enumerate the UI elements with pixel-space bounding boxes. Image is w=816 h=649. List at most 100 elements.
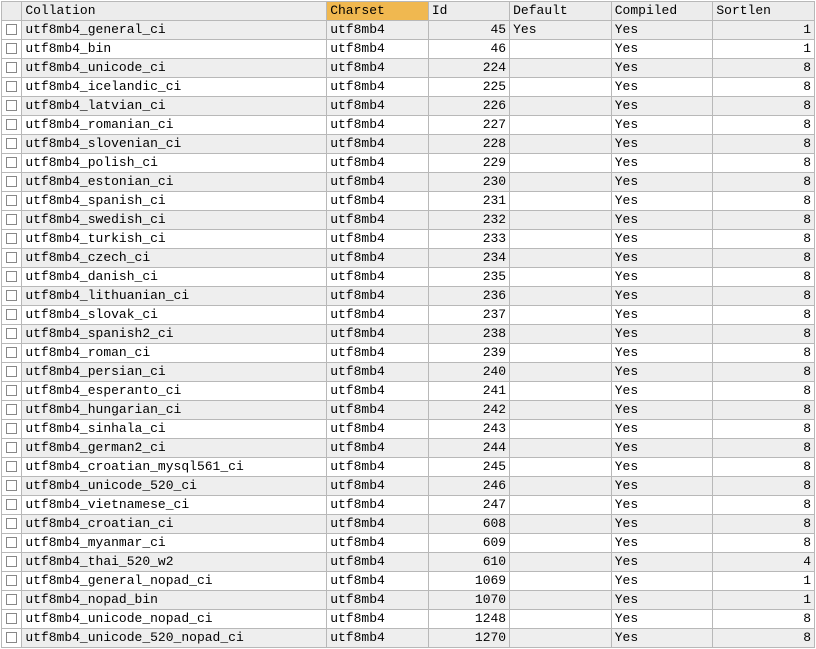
checkbox-icon[interactable] — [6, 632, 17, 643]
checkbox-icon[interactable] — [6, 442, 17, 453]
row-checkbox[interactable] — [2, 439, 22, 458]
row-checkbox[interactable] — [2, 40, 22, 59]
table-row[interactable]: utf8mb4_general_ciutf8mb445YesYes1 — [2, 21, 815, 40]
row-checkbox[interactable] — [2, 21, 22, 40]
row-checkbox[interactable] — [2, 173, 22, 192]
table-row[interactable]: utf8mb4_sinhala_ciutf8mb4243Yes8 — [2, 420, 815, 439]
row-checkbox[interactable] — [2, 211, 22, 230]
row-checkbox[interactable] — [2, 610, 22, 629]
row-checkbox[interactable] — [2, 249, 22, 268]
row-checkbox[interactable] — [2, 287, 22, 306]
checkbox-icon[interactable] — [6, 537, 17, 548]
header-collation[interactable]: Collation — [22, 2, 327, 21]
checkbox-icon[interactable] — [6, 81, 17, 92]
table-row[interactable]: utf8mb4_slovenian_ciutf8mb4228Yes8 — [2, 135, 815, 154]
table-row[interactable]: utf8mb4_vietnamese_ciutf8mb4247Yes8 — [2, 496, 815, 515]
checkbox-icon[interactable] — [6, 556, 17, 567]
table-row[interactable]: utf8mb4_unicode_520_ciutf8mb4246Yes8 — [2, 477, 815, 496]
row-checkbox[interactable] — [2, 154, 22, 173]
table-row[interactable]: utf8mb4_swedish_ciutf8mb4232Yes8 — [2, 211, 815, 230]
table-row[interactable]: utf8mb4_myanmar_ciutf8mb4609Yes8 — [2, 534, 815, 553]
row-checkbox[interactable] — [2, 135, 22, 154]
table-row[interactable]: utf8mb4_unicode_nopad_ciutf8mb41248Yes8 — [2, 610, 815, 629]
table-row[interactable]: utf8mb4_unicode_ciutf8mb4224Yes8 — [2, 59, 815, 78]
row-checkbox[interactable] — [2, 591, 22, 610]
checkbox-icon[interactable] — [6, 499, 17, 510]
header-id[interactable]: Id — [428, 2, 509, 21]
checkbox-icon[interactable] — [6, 62, 17, 73]
checkbox-icon[interactable] — [6, 157, 17, 168]
row-checkbox[interactable] — [2, 553, 22, 572]
checkbox-icon[interactable] — [6, 385, 17, 396]
row-checkbox[interactable] — [2, 59, 22, 78]
row-checkbox[interactable] — [2, 534, 22, 553]
row-checkbox[interactable] — [2, 344, 22, 363]
table-row[interactable]: utf8mb4_icelandic_ciutf8mb4225Yes8 — [2, 78, 815, 97]
row-checkbox[interactable] — [2, 382, 22, 401]
table-row[interactable]: utf8mb4_estonian_ciutf8mb4230Yes8 — [2, 173, 815, 192]
row-checkbox[interactable] — [2, 97, 22, 116]
table-row[interactable]: utf8mb4_croatian_mysql561_ciutf8mb4245Ye… — [2, 458, 815, 477]
row-checkbox[interactable] — [2, 629, 22, 648]
checkbox-icon[interactable] — [6, 518, 17, 529]
table-row[interactable]: utf8mb4_spanish2_ciutf8mb4238Yes8 — [2, 325, 815, 344]
checkbox-icon[interactable] — [6, 575, 17, 586]
table-row[interactable]: utf8mb4_turkish_ciutf8mb4233Yes8 — [2, 230, 815, 249]
row-checkbox[interactable] — [2, 78, 22, 97]
table-row[interactable]: utf8mb4_nopad_binutf8mb41070Yes1 — [2, 591, 815, 610]
row-checkbox[interactable] — [2, 268, 22, 287]
table-row[interactable]: utf8mb4_croatian_ciutf8mb4608Yes8 — [2, 515, 815, 534]
header-charset[interactable]: Charset — [327, 2, 429, 21]
table-row[interactable]: utf8mb4_general_nopad_ciutf8mb41069Yes1 — [2, 572, 815, 591]
row-checkbox[interactable] — [2, 420, 22, 439]
row-checkbox[interactable] — [2, 515, 22, 534]
checkbox-icon[interactable] — [6, 176, 17, 187]
table-row[interactable]: utf8mb4_polish_ciutf8mb4229Yes8 — [2, 154, 815, 173]
table-row[interactable]: utf8mb4_hungarian_ciutf8mb4242Yes8 — [2, 401, 815, 420]
collation-table[interactable]: Collation Charset Id Default Compiled So… — [1, 1, 815, 648]
checkbox-icon[interactable] — [6, 252, 17, 263]
row-checkbox[interactable] — [2, 458, 22, 477]
table-row[interactable]: utf8mb4_lithuanian_ciutf8mb4236Yes8 — [2, 287, 815, 306]
row-checkbox[interactable] — [2, 325, 22, 344]
row-checkbox[interactable] — [2, 401, 22, 420]
checkbox-icon[interactable] — [6, 271, 17, 282]
checkbox-icon[interactable] — [6, 43, 17, 54]
checkbox-icon[interactable] — [6, 328, 17, 339]
table-row[interactable]: utf8mb4_roman_ciutf8mb4239Yes8 — [2, 344, 815, 363]
checkbox-icon[interactable] — [6, 195, 17, 206]
header-sortlen[interactable]: Sortlen — [713, 2, 815, 21]
row-checkbox[interactable] — [2, 192, 22, 211]
checkbox-icon[interactable] — [6, 423, 17, 434]
table-row[interactable]: utf8mb4_thai_520_w2utf8mb4610Yes4 — [2, 553, 815, 572]
checkbox-icon[interactable] — [6, 119, 17, 130]
header-compiled[interactable]: Compiled — [611, 2, 713, 21]
table-row[interactable]: utf8mb4_latvian_ciutf8mb4226Yes8 — [2, 97, 815, 116]
row-checkbox[interactable] — [2, 306, 22, 325]
checkbox-icon[interactable] — [6, 480, 17, 491]
checkbox-icon[interactable] — [6, 138, 17, 149]
table-row[interactable]: utf8mb4_esperanto_ciutf8mb4241Yes8 — [2, 382, 815, 401]
table-row[interactable]: utf8mb4_unicode_520_nopad_ciutf8mb41270Y… — [2, 629, 815, 648]
checkbox-icon[interactable] — [6, 214, 17, 225]
row-checkbox[interactable] — [2, 230, 22, 249]
row-checkbox[interactable] — [2, 572, 22, 591]
row-checkbox[interactable] — [2, 116, 22, 135]
table-row[interactable]: utf8mb4_persian_ciutf8mb4240Yes8 — [2, 363, 815, 382]
checkbox-icon[interactable] — [6, 347, 17, 358]
checkbox-icon[interactable] — [6, 594, 17, 605]
row-checkbox[interactable] — [2, 477, 22, 496]
checkbox-icon[interactable] — [6, 461, 17, 472]
row-checkbox[interactable] — [2, 496, 22, 515]
checkbox-icon[interactable] — [6, 613, 17, 624]
checkbox-icon[interactable] — [6, 100, 17, 111]
table-row[interactable]: utf8mb4_spanish_ciutf8mb4231Yes8 — [2, 192, 815, 211]
checkbox-icon[interactable] — [6, 309, 17, 320]
table-row[interactable]: utf8mb4_german2_ciutf8mb4244Yes8 — [2, 439, 815, 458]
row-checkbox[interactable] — [2, 363, 22, 382]
checkbox-icon[interactable] — [6, 290, 17, 301]
checkbox-icon[interactable] — [6, 233, 17, 244]
table-row[interactable]: utf8mb4_czech_ciutf8mb4234Yes8 — [2, 249, 815, 268]
header-default[interactable]: Default — [510, 2, 612, 21]
table-row[interactable]: utf8mb4_danish_ciutf8mb4235Yes8 — [2, 268, 815, 287]
